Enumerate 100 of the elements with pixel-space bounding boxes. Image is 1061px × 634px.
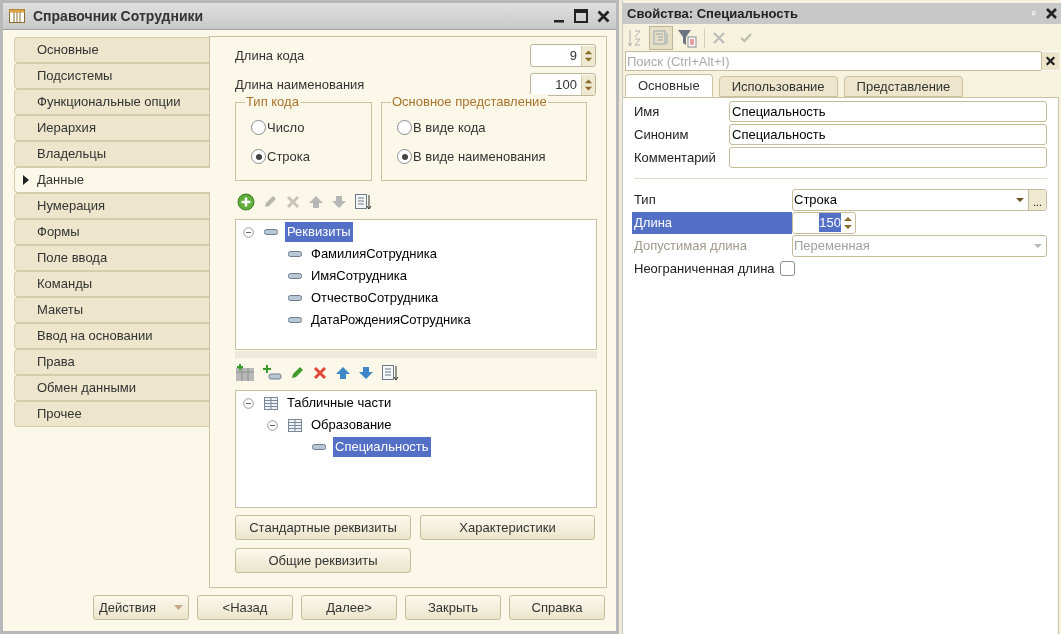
footer-button[interactable]: Далее> [301, 595, 397, 620]
section-label: Права [37, 353, 75, 372]
section-tab[interactable]: Ввод на основании [14, 323, 209, 349]
checkbox[interactable] [779, 261, 795, 276]
section-label: Ввод на основании [37, 327, 153, 346]
section-label: Прочее [37, 405, 82, 424]
footer-button[interactable]: Закрыть [405, 595, 501, 620]
table-icon [288, 418, 302, 432]
action-button[interactable]: Стандартные реквизиты [235, 515, 411, 540]
properties-tab[interactable]: Основные [625, 74, 713, 97]
field-label: Длина кода [235, 46, 306, 65]
section-label: Поле ввода [37, 249, 108, 268]
section-label: Данные [37, 171, 84, 190]
section-tab[interactable]: Владельцы [14, 141, 209, 167]
window-title: Справочник Сотрудники [33, 6, 204, 26]
arrow-down-icon[interactable] [358, 365, 374, 381]
number-field[interactable]: 150 [792, 211, 856, 234]
clear-icon[interactable] [1041, 52, 1059, 70]
tree-item[interactable]: ФамилияСотрудника [309, 244, 439, 264]
properties-tab[interactable]: Использование [718, 76, 838, 97]
number-value: 9 [568, 46, 578, 65]
section-tab[interactable]: Основные [14, 37, 209, 63]
field-value: Переменная [794, 236, 871, 255]
section-tab[interactable]: Подсистемы [14, 63, 209, 89]
footer-button[interactable]: Справка [509, 595, 605, 620]
property-label: Неограниченная длина [633, 259, 776, 278]
list-icon[interactable] [354, 193, 372, 211]
number-value: 100 [554, 75, 578, 94]
field-value: 150 [819, 212, 841, 233]
type-field[interactable]: Строка ... [792, 188, 1047, 211]
delete-icon[interactable] [312, 365, 328, 381]
filter-icon[interactable] [677, 27, 697, 48]
section-tab[interactable]: Поле ввода [14, 245, 209, 271]
action-button[interactable]: Общие реквизиты [235, 548, 411, 573]
tree-item[interactable]: Табличные части [285, 393, 394, 413]
section-tab[interactable]: Данные [14, 167, 210, 193]
number-field[interactable]: 9 [530, 44, 596, 67]
close-icon[interactable] [597, 9, 610, 23]
close-icon[interactable] [1046, 8, 1057, 19]
add-table-icon[interactable] [235, 364, 255, 382]
list-icon[interactable] [381, 364, 399, 382]
collapse-icon[interactable] [242, 226, 254, 238]
check-icon[interactable] [740, 32, 752, 43]
attribute-icon [288, 251, 302, 257]
select-button[interactable]: ... [1028, 189, 1046, 210]
tree-item[interactable]: Образование [309, 415, 394, 435]
footer-button[interactable]: <Назад [197, 595, 293, 620]
radio-button[interactable] [397, 120, 412, 135]
radio-label: В виде кода [413, 118, 486, 137]
section-label: Нумерация [37, 197, 106, 216]
section-tab[interactable]: Иерархия [14, 115, 209, 141]
current-section-icon [23, 175, 29, 185]
radio-button[interactable] [251, 120, 266, 135]
spin-arrows-icon[interactable] [581, 74, 595, 95]
group-title: Тип кода [245, 94, 300, 110]
radio-label: В виде наименования [413, 147, 546, 166]
radio-button[interactable] [397, 149, 412, 164]
properties-tab[interactable]: Представление [843, 76, 964, 97]
tree-item[interactable]: ДатаРожденияСотрудника [309, 310, 473, 330]
section-tab[interactable]: Формы [14, 219, 209, 245]
radio-button[interactable] [251, 149, 266, 164]
text-field[interactable]: Специальность [729, 101, 1047, 122]
section-tab[interactable]: Права [14, 349, 209, 375]
search-field[interactable]: Поиск (Ctrl+Alt+I) [625, 51, 1041, 71]
section-label: Функциональные опции [37, 93, 181, 112]
tree-item[interactable]: Реквизиты [285, 222, 353, 242]
section-label: Владельцы [37, 145, 107, 164]
actions-menu-button[interactable]: Действия [93, 595, 189, 620]
add-icon[interactable] [237, 193, 255, 211]
arrow-up-icon[interactable] [335, 365, 351, 381]
section-tab[interactable]: Функциональные опции [14, 89, 209, 115]
number-field[interactable]: 100 [530, 73, 596, 96]
property-label: Длина [632, 211, 792, 234]
attribute-icon [288, 295, 302, 301]
tree-item[interactable]: ОтчествоСотрудника [309, 288, 441, 308]
tree-item[interactable]: ИмяСотрудника [309, 266, 409, 286]
section-tab[interactable]: Обмен данными [14, 375, 209, 401]
maximize-icon[interactable] [574, 9, 588, 23]
section-tab[interactable]: Команды [14, 271, 209, 297]
property-label: Комментарий [634, 148, 717, 167]
pencil-icon[interactable] [289, 365, 305, 381]
field-value: Строка [794, 190, 838, 209]
attribute-icon [264, 229, 278, 235]
collapse-icon[interactable] [242, 397, 254, 409]
collapse-icon[interactable] [266, 419, 278, 431]
section-tab[interactable]: Макеты [14, 297, 209, 323]
spin-arrows-icon[interactable] [581, 45, 595, 66]
section-tab[interactable]: Нумерация [14, 193, 209, 219]
property-label: Тип [633, 190, 657, 209]
section-label: Иерархия [37, 119, 96, 138]
attribute-icon [312, 444, 326, 450]
radio-label: Строка [267, 147, 310, 166]
text-field[interactable] [729, 147, 1047, 168]
text-field[interactable]: Специальность [729, 124, 1047, 145]
tree-item[interactable]: Специальность [333, 437, 431, 457]
action-button[interactable]: Характеристики [420, 515, 595, 540]
group-title: Основное представление [391, 94, 548, 110]
add-attribute-icon[interactable] [262, 364, 282, 382]
attribute-icon [288, 317, 302, 323]
section-tab[interactable]: Прочее [14, 401, 209, 427]
